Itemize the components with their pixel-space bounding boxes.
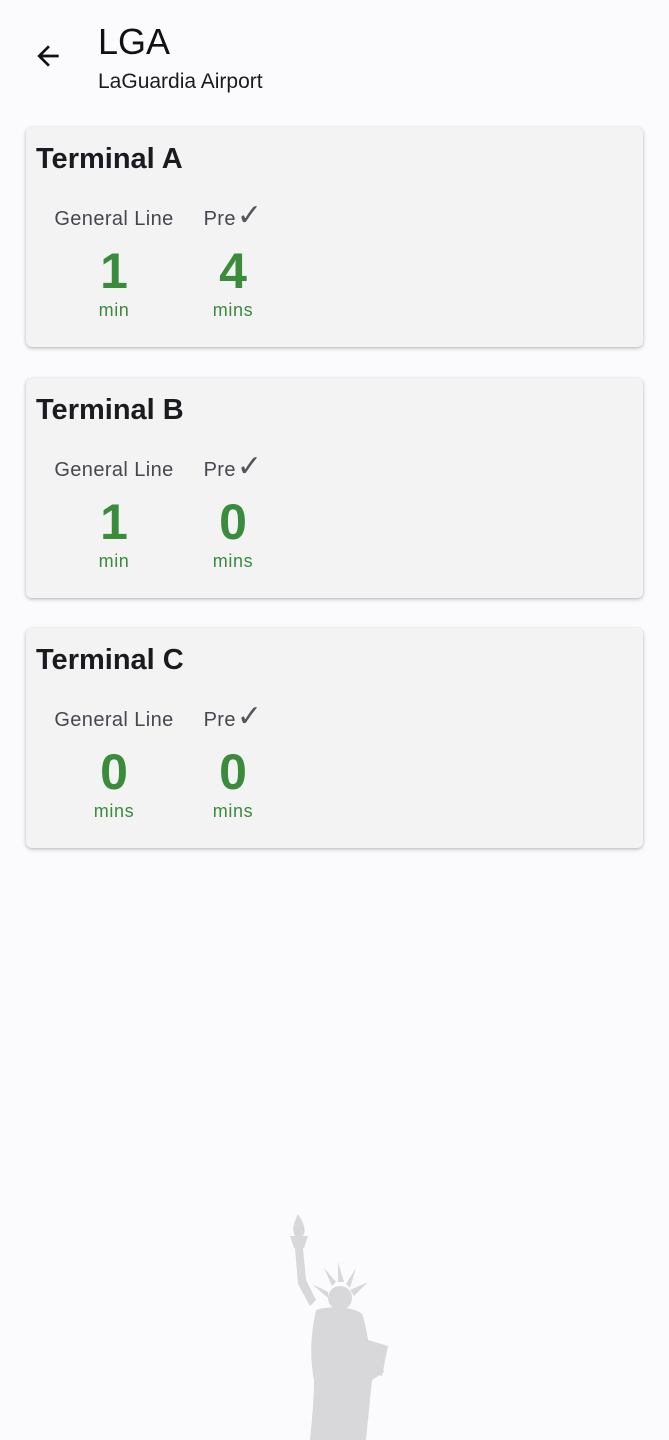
checkmark-icon: ✓ [236, 450, 263, 483]
precheck-wait: Pre ✓ 0 mins [198, 700, 268, 822]
general-line-value: 0 [100, 744, 128, 800]
checkmark-icon: ✓ [236, 700, 263, 733]
terminal-card-a[interactable]: Terminal A General Line 1 min Pre ✓ 4 min… [26, 127, 643, 347]
precheck-logo: Pre ✓ [203, 199, 263, 233]
general-line-label: General Line [54, 208, 174, 230]
precheck-unit: mins [212, 551, 254, 571]
general-line-unit: mins [93, 801, 135, 821]
page-subtitle: LaGuardia Airport [98, 70, 263, 93]
checkmark-icon: ✓ [236, 199, 263, 232]
precheck-value: 0 [219, 744, 247, 800]
general-line-unit: min [98, 551, 130, 571]
precheck-label: Pre [203, 208, 236, 230]
precheck-value: 0 [219, 494, 247, 550]
precheck-label: Pre [203, 459, 236, 481]
general-line-unit: min [98, 300, 130, 320]
general-line-wait: General Line 1 min [40, 456, 188, 572]
general-line-value: 1 [100, 494, 128, 550]
terminal-name: Terminal C [36, 644, 184, 676]
terminal-name: Terminal A [36, 143, 183, 175]
arrow-back-icon [37, 45, 59, 67]
terminal-card-b[interactable]: Terminal B General Line 1 min Pre ✓ 0 min… [26, 378, 643, 598]
general-line-wait: General Line 0 mins [40, 706, 188, 822]
precheck-logo: Pre ✓ [203, 700, 263, 734]
general-line-wait: General Line 1 min [40, 205, 188, 321]
precheck-unit: mins [212, 801, 254, 821]
app-bar: LGA LaGuardia Airport [0, 0, 669, 110]
statue-of-liberty-icon [290, 1214, 388, 1440]
back-button[interactable] [24, 32, 72, 80]
precheck-label: Pre [203, 709, 236, 731]
precheck-logo: Pre ✓ [203, 450, 263, 484]
precheck-unit: mins [212, 300, 254, 320]
precheck-value: 4 [219, 243, 247, 299]
terminal-card-c[interactable]: Terminal C General Line 0 mins Pre ✓ 0 mi… [26, 628, 643, 848]
page-title: LGA [98, 21, 171, 62]
general-line-value: 1 [100, 243, 128, 299]
precheck-wait: Pre ✓ 4 mins [198, 199, 268, 321]
general-line-label: General Line [54, 459, 174, 481]
terminal-name: Terminal B [36, 394, 184, 426]
general-line-label: General Line [54, 709, 174, 731]
precheck-wait: Pre ✓ 0 mins [198, 450, 268, 572]
